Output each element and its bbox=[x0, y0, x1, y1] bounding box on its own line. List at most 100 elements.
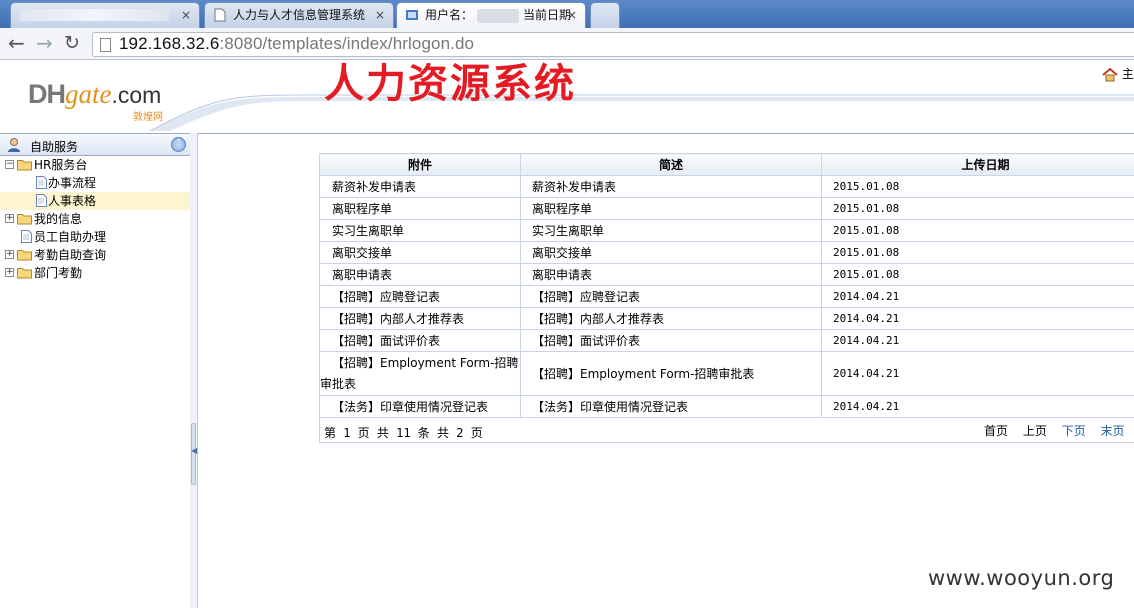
browser-tab-3[interactable]: 用户名： 当前日期 × bbox=[396, 2, 586, 28]
table-row[interactable]: 离职申请表 离职申请表 2015.01.08 bbox=[319, 263, 1134, 286]
sidebar-title: 自助服务 bbox=[30, 140, 79, 154]
table-row[interactable]: 【招聘】应聘登记表 【招聘】应聘登记表 2014.04.21 bbox=[319, 285, 1134, 308]
sidebar-item-label: 办事流程 bbox=[48, 176, 97, 190]
browser-tab-1[interactable]: × bbox=[10, 2, 200, 28]
table-row[interactable]: 【招聘】Employment Form-招聘审批表 【招聘】Employment … bbox=[319, 351, 1134, 396]
folder-open-icon bbox=[17, 160, 32, 171]
sidebar-item[interactable]: + 部门考勤 bbox=[0, 264, 190, 282]
logo-dh: DH bbox=[28, 79, 66, 109]
page-title: 人力资源系统 bbox=[324, 61, 576, 107]
attachment-link[interactable]: 【招聘】内部人才推荐表 bbox=[319, 307, 521, 330]
sidebar-item-label: 我的信息 bbox=[34, 212, 83, 226]
sidebar-item[interactable]: 人事表格 bbox=[0, 192, 190, 210]
blurred-tab-title bbox=[19, 9, 169, 21]
blurred-username bbox=[477, 8, 520, 23]
browser-tab-2[interactable]: 人力与人才信息管理系统 × bbox=[204, 2, 394, 28]
close-tab-icon[interactable]: × bbox=[375, 3, 385, 27]
attachment-link[interactable]: 离职申请表 bbox=[319, 263, 521, 286]
attachment-link[interactable]: 离职交接单 bbox=[319, 241, 521, 264]
summary-cell: 【招聘】Employment Form-招聘审批表 bbox=[520, 351, 822, 396]
attachment-link[interactable]: 实习生离职单 bbox=[319, 219, 521, 242]
table-row[interactable]: 【招聘】面试评价表 【招聘】面试评价表 2014.04.21 bbox=[319, 329, 1134, 352]
attachment-link[interactable]: 【招聘】应聘登记表 bbox=[319, 285, 521, 308]
attachment-link[interactable]: 【法务】印章使用情况登记表 bbox=[319, 395, 521, 418]
table-row[interactable]: 实习生离职单 实习生离职单 2015.01.08 bbox=[319, 219, 1134, 242]
upload-date-cell: 2014.04.21 bbox=[821, 329, 1134, 352]
first-page-link[interactable]: 首页 bbox=[984, 424, 1008, 438]
summary-cell: 离职程序单 bbox=[520, 197, 822, 220]
pagination-links: 首页 上页 下页 末页 第 bbox=[984, 422, 1134, 439]
expand-node-icon[interactable]: + bbox=[5, 214, 14, 223]
sidebar-item[interactable]: + 考勤自助查询 bbox=[0, 246, 190, 264]
summary-cell: 【法务】印章使用情况登记表 bbox=[520, 395, 822, 418]
folder-icon bbox=[17, 250, 32, 261]
upload-date-cell: 2015.01.08 bbox=[821, 175, 1134, 198]
prev-page-link[interactable]: 上页 bbox=[1023, 424, 1047, 438]
logo-com: .com bbox=[111, 82, 162, 108]
tab-title: 人力与人才信息管理系统 bbox=[233, 8, 366, 22]
sidebar-item-label: HR服务台 bbox=[34, 158, 88, 172]
address-bar[interactable]: 192.168.32.6:8080/templates/index/hrlogo… bbox=[92, 32, 1134, 57]
column-header-summary[interactable]: 简述 bbox=[520, 153, 822, 176]
close-tab-icon[interactable]: × bbox=[567, 3, 577, 27]
expand-node-icon[interactable]: + bbox=[5, 268, 14, 277]
sidebar-item[interactable]: 办事流程 bbox=[0, 174, 190, 192]
browser-tab-strip: × 人力与人才信息管理系统 × 用户名： 当前日期 × bbox=[0, 0, 1134, 28]
expand-node-icon[interactable]: + bbox=[5, 250, 14, 259]
forward-arrow-icon[interactable]: → bbox=[36, 32, 53, 54]
app-icon bbox=[406, 10, 418, 20]
sidebar-item[interactable]: − HR服务台 bbox=[0, 156, 190, 174]
next-page-link[interactable]: 下页 bbox=[1062, 424, 1086, 438]
column-header-attachment[interactable]: 附件 bbox=[319, 153, 521, 176]
attachment-link[interactable]: 【招聘】面试评价表 bbox=[319, 329, 521, 352]
attachment-link[interactable]: 【招聘】Employment Form-招聘审批表 bbox=[319, 351, 521, 396]
upload-date-cell: 2015.01.08 bbox=[821, 219, 1134, 242]
collapse-node-icon[interactable]: − bbox=[5, 160, 14, 169]
summary-cell: 离职交接单 bbox=[520, 241, 822, 264]
new-tab-button[interactable] bbox=[590, 2, 620, 28]
tab-title-prefix: 用户名： bbox=[425, 8, 474, 22]
table-row[interactable]: 离职程序单 离职程序单 2015.01.08 bbox=[319, 197, 1134, 220]
collapse-icon[interactable]: ˄ bbox=[171, 137, 186, 152]
document-icon bbox=[36, 176, 47, 189]
table-row[interactable]: 薪资补发申请表 薪资补发申请表 2015.01.08 bbox=[319, 175, 1134, 198]
app-header: DHgate.com 敦煌网 人力资源系统 主 bbox=[0, 61, 1134, 131]
table-body: 薪资补发申请表 薪资补发申请表 2015.01.08 离职程序单 离职程序单 2015.0… bbox=[319, 175, 1134, 418]
panel-splitter[interactable]: ◀ bbox=[190, 133, 198, 608]
upload-date-cell: 2014.04.21 bbox=[821, 395, 1134, 418]
menu-tree: − HR服务台办事流程人事表格 + 我的信息员工自助办理 + 考勤自助查询 + 部门考勤 bbox=[0, 156, 190, 282]
page-icon bbox=[214, 8, 226, 22]
company-logo: DHgate.com bbox=[28, 79, 161, 110]
column-header-upload-date[interactable]: 上传日期 bbox=[821, 153, 1134, 176]
logo-subtitle: 敦煌网 bbox=[133, 112, 163, 123]
sidebar-header: 自助服务 ˄ bbox=[0, 134, 190, 156]
close-tab-icon[interactable]: × bbox=[181, 3, 191, 27]
collapse-arrow-icon[interactable]: ◀ bbox=[191, 446, 197, 455]
summary-cell: 【招聘】应聘登记表 bbox=[520, 285, 822, 308]
logo-gate: gate bbox=[65, 79, 112, 109]
upload-date-cell: 2014.04.21 bbox=[821, 351, 1134, 396]
url-host: 192.168.32.6 bbox=[119, 34, 220, 53]
home-label: 主 bbox=[1121, 67, 1134, 81]
table-row[interactable]: 【法务】印章使用情况登记表 【法务】印章使用情况登记表 2014.04.21 bbox=[319, 395, 1134, 418]
reload-icon[interactable]: ↻ bbox=[64, 32, 80, 54]
attachment-link[interactable]: 薪资补发申请表 bbox=[319, 175, 521, 198]
sidebar-item[interactable]: + 我的信息 bbox=[0, 210, 190, 228]
last-page-link[interactable]: 末页 bbox=[1101, 424, 1125, 438]
upload-date-cell: 2015.01.08 bbox=[821, 263, 1134, 286]
tab-title-suffix: 当前日期 bbox=[523, 8, 572, 22]
summary-cell: 离职申请表 bbox=[520, 263, 822, 286]
summary-cell: 【招聘】面试评价表 bbox=[520, 329, 822, 352]
table-row[interactable]: 离职交接单 离职交接单 2015.01.08 bbox=[319, 241, 1134, 264]
main-content: 附件 简述 上传日期 薪资补发申请表 薪资补发申请表 2015.01.08 离职程序单… bbox=[198, 133, 1134, 608]
table-row[interactable]: 【招聘】内部人才推荐表 【招聘】内部人才推荐表 2014.04.21 bbox=[319, 307, 1134, 330]
folder-icon bbox=[17, 214, 32, 225]
back-arrow-icon[interactable]: ← bbox=[8, 32, 25, 54]
sidebar: 自助服务 ˄ − HR服务台 办事流程 人事表格 + 我的信息 员工自助办理 + 考勤自助查询 +… bbox=[0, 133, 191, 608]
watermark: www.wooyun.org bbox=[928, 566, 1115, 590]
sidebar-item[interactable]: 员工自助办理 bbox=[0, 228, 190, 246]
home-link[interactable]: 主 bbox=[1102, 65, 1134, 82]
pagination-bar: 第 1 页 共 11 条 共 2 页 首页 上页 下页 末页 第 bbox=[319, 417, 1134, 443]
home-icon bbox=[1102, 67, 1118, 81]
attachment-link[interactable]: 离职程序单 bbox=[319, 197, 521, 220]
